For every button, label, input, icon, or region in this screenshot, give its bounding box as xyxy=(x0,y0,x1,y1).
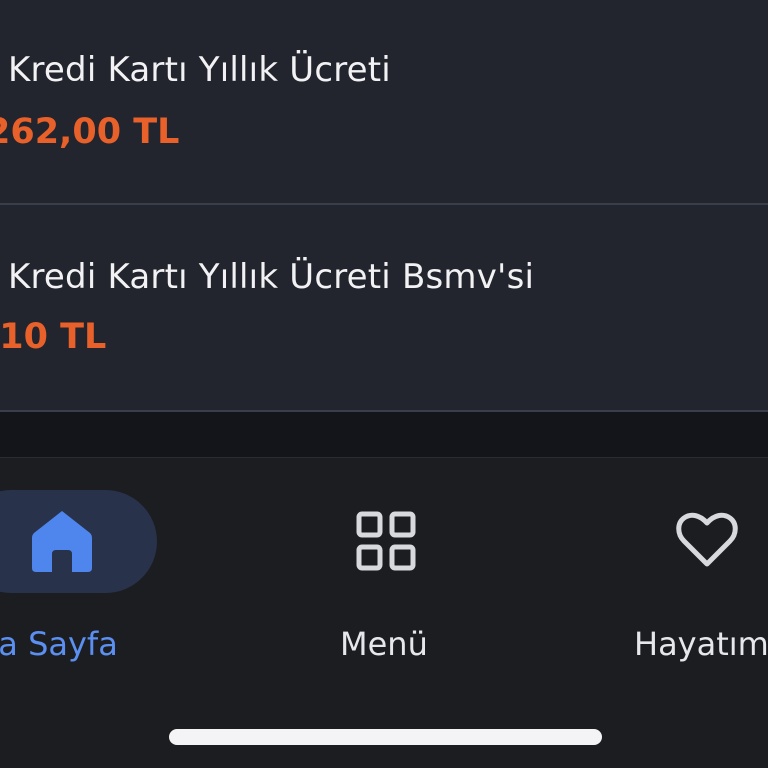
section-gap xyxy=(0,412,768,457)
tab-label: Hayatım xyxy=(634,625,768,663)
bottom-tab-bar: na Sayfa Menü Hayatım xyxy=(0,457,768,768)
tab-home[interactable]: na Sayfa xyxy=(0,458,200,688)
fee-list: Kredi Kartı Yıllık Ücreti 262,00 TL Kred… xyxy=(0,0,768,412)
fee-list-item[interactable]: Kredi Kartı Yıllık Ücreti Bsmv'si ,10 TL xyxy=(0,207,768,412)
grid-icon xyxy=(356,511,416,571)
fee-title: Kredi Kartı Yıllık Ücreti Bsmv'si xyxy=(8,257,535,297)
home-indicator xyxy=(169,729,602,745)
tab-label: na Sayfa xyxy=(0,625,118,663)
tab-menu[interactable]: Menü xyxy=(290,458,480,688)
home-icon xyxy=(32,511,92,572)
heart-icon xyxy=(676,512,738,567)
tab-label: Menü xyxy=(340,625,428,663)
fee-list-item[interactable]: Kredi Kartı Yıllık Ücreti 262,00 TL xyxy=(0,0,768,205)
fee-amount: 262,00 TL xyxy=(0,112,180,152)
fee-title: Kredi Kartı Yıllık Ücreti xyxy=(8,50,391,90)
tab-life[interactable]: Hayatım xyxy=(600,458,768,688)
screen: Kredi Kartı Yıllık Ücreti 262,00 TL Kred… xyxy=(0,0,768,768)
fee-amount: ,10 TL xyxy=(0,317,107,357)
